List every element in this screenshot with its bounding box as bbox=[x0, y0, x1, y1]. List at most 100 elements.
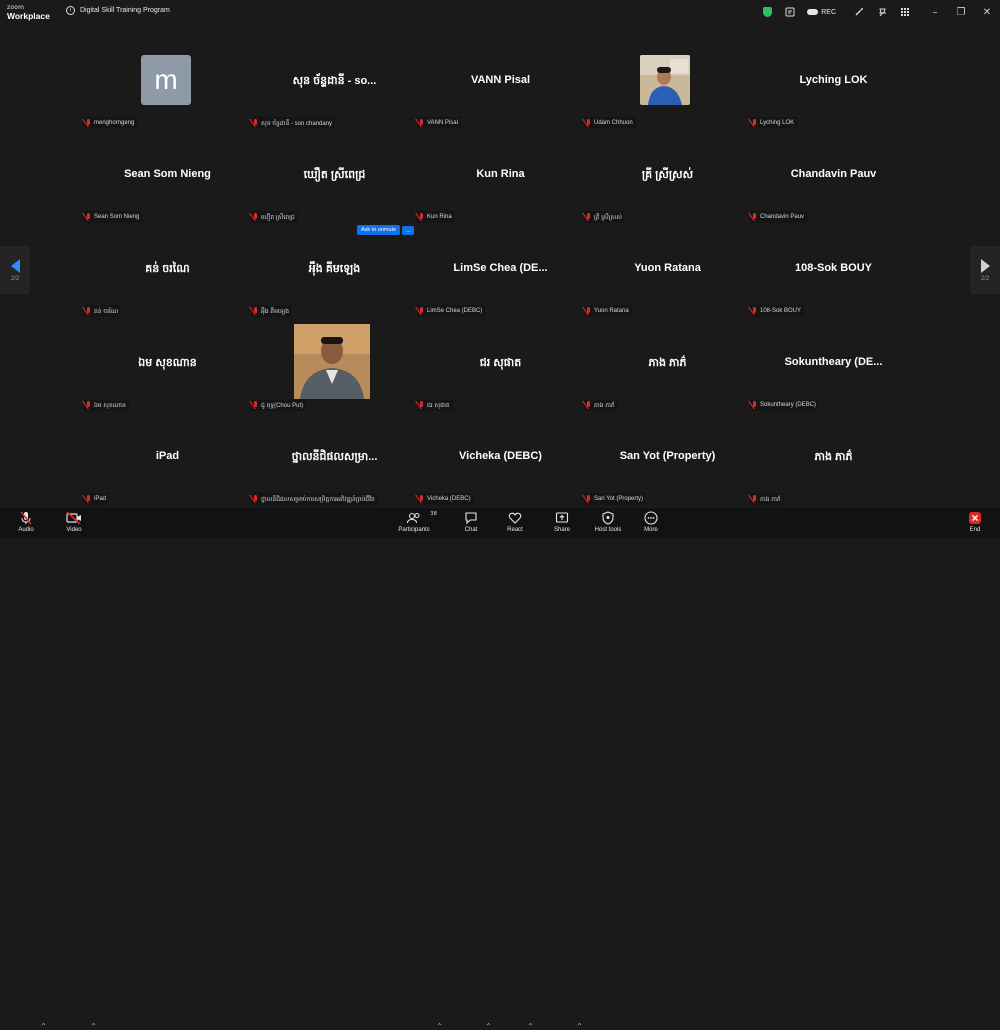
chat-icon bbox=[465, 512, 477, 525]
participant-name-label: ភាង ភាភ៌ bbox=[760, 496, 781, 503]
arrow-left-icon bbox=[10, 258, 20, 273]
more-button[interactable]: More bbox=[631, 511, 671, 533]
participant-tile[interactable]: 108-Sok BOUY 108-Sok BOUY bbox=[750, 242, 917, 336]
video-button[interactable]: Video bbox=[54, 511, 94, 533]
participant-name-label: Vicheka (DEBC) bbox=[427, 496, 471, 502]
participants-button[interactable]: 38 Participants bbox=[394, 511, 437, 533]
participant-tile[interactable]: គ្រី ស្រីស្រស់ គ្រី ស្រីស្រស់ bbox=[584, 148, 751, 242]
participant-tile[interactable]: ភាង ភាភ៌ ភាង ភាភ៌ bbox=[584, 336, 751, 430]
participant-name-label: Chandavin Pauv bbox=[760, 214, 805, 220]
muted-mic-icon bbox=[586, 119, 591, 127]
participant-name-label: ថ្នាលនីជិផលសម្រាប់ការសម្រិត្តការអភិវឌ្ឍន… bbox=[261, 496, 375, 503]
participants-icon bbox=[406, 512, 420, 524]
previous-page-button[interactable]: 2/2 bbox=[0, 246, 30, 294]
participant-label: VANN Pisal bbox=[417, 117, 461, 129]
page-indicator-right: 2/2 bbox=[980, 275, 990, 282]
participant-tile[interactable]: អុឹង គីមឡេង អុឹង គីមឡេង bbox=[251, 242, 418, 336]
participant-name-label: Udam Chhuon bbox=[594, 120, 633, 126]
next-page-button[interactable]: 2/2 bbox=[970, 246, 1000, 294]
participant-name-label: Sean Som Nieng bbox=[94, 214, 140, 220]
participant-label: LimSe Chea (DEBC) bbox=[417, 305, 486, 317]
participant-name-label: គន់ ចរណៃ bbox=[94, 308, 119, 315]
participants-label: Participants bbox=[398, 527, 430, 533]
muted-mic-icon bbox=[419, 401, 424, 409]
muted-mic-icon bbox=[586, 213, 591, 221]
video-options-chevron-icon[interactable]: ^ bbox=[91, 1023, 96, 1030]
react-options-chevron-icon[interactable]: ^ bbox=[528, 1023, 533, 1030]
participant-label: San Yot (Property) bbox=[584, 493, 647, 505]
participant-display-name: គ្រី ស្រីស្រស់ bbox=[641, 169, 694, 181]
participants-options-chevron-icon[interactable]: ^ bbox=[437, 1023, 442, 1030]
host-tools-button[interactable]: Host tools bbox=[588, 511, 628, 533]
chat-options-chevron-icon[interactable]: ^ bbox=[486, 1023, 491, 1030]
share-options-chevron-icon[interactable]: ^ bbox=[577, 1023, 582, 1030]
muted-mic-icon bbox=[419, 119, 424, 127]
participant-tile[interactable]: សុន ច័ន្ទដានី - so... សុន ច័ន្ទដានី - so… bbox=[251, 54, 418, 148]
participant-tile[interactable]: Chandavin Pauv Chandavin Pauv bbox=[750, 148, 917, 242]
participant-tile[interactable]: Kun Rina Kun Rina bbox=[417, 148, 584, 242]
participant-display-name: ឯម សុខណាន bbox=[138, 357, 197, 369]
participant-label: ថ្នាលនីជិផលសម្រាប់ការសម្រិត្តការអភិវឌ្ឍន… bbox=[251, 493, 378, 505]
participant-tile[interactable]: Lyching LOK Lyching LOK bbox=[750, 54, 917, 148]
participant-tile[interactable]: Yuon Ratana Yuon Ratana bbox=[584, 242, 751, 336]
participant-tile[interactable]: m menghorngeng bbox=[84, 54, 251, 148]
participant-tile[interactable]: ឯម សុខណាន ឯម សុខណាន bbox=[84, 336, 251, 430]
participant-tile[interactable]: Udam Chhuon bbox=[584, 54, 751, 148]
participant-label: គ្រី ស្រីស្រស់ bbox=[584, 211, 625, 223]
participant-display-name: Chandavin Pauv bbox=[790, 168, 877, 180]
participant-label: សុន ច័ន្ទដានី - son chandany bbox=[251, 117, 336, 129]
audio-label: Audio bbox=[18, 527, 34, 533]
participant-name-label: ឯម សុខណាន bbox=[94, 402, 126, 409]
participant-name-label: 108-Sok BOUY bbox=[760, 308, 802, 314]
participant-tile[interactable]: VANN Pisal VANN Pisal bbox=[417, 54, 584, 148]
participant-label: ភាង ភាភ៌ bbox=[584, 399, 618, 411]
muted-mic-icon bbox=[752, 307, 757, 315]
audio-button[interactable]: Audio bbox=[6, 511, 46, 533]
muted-mic-icon bbox=[752, 213, 757, 221]
participant-display-name: San Yot (Property) bbox=[619, 450, 716, 462]
muted-mic-icon bbox=[86, 307, 91, 315]
share-button[interactable]: Share bbox=[542, 511, 582, 533]
participant-name-label: VANN Pisal bbox=[427, 120, 458, 126]
participant-label: ជរ សុផាត bbox=[417, 399, 453, 411]
muted-mic-icon bbox=[86, 119, 91, 127]
chat-label: Chat bbox=[464, 527, 478, 533]
participant-label: Chandavin Pauv bbox=[750, 211, 808, 223]
muted-mic-icon bbox=[253, 401, 258, 409]
participant-label: Vicheka (DEBC) bbox=[417, 493, 474, 505]
participant-name-label: អុឹង គីមឡេង bbox=[261, 308, 290, 315]
end-call-icon bbox=[969, 512, 981, 524]
react-button[interactable]: React bbox=[495, 511, 535, 533]
more-options-button[interactable]: ... bbox=[402, 225, 414, 235]
participant-name-label: San Yot (Property) bbox=[594, 496, 644, 502]
participant-label: Yuon Ratana bbox=[584, 305, 632, 317]
participant-display-name: LimSe Chea (DE... bbox=[453, 262, 548, 274]
participant-display-name: 108-Sok BOUY bbox=[794, 262, 873, 274]
more-dots-icon bbox=[644, 511, 658, 525]
chat-button[interactable]: Chat bbox=[451, 511, 491, 533]
participant-tile[interactable]: Sokuntheary (DE... Sokuntheary (DEBC) bbox=[750, 336, 917, 430]
audio-options-chevron-icon[interactable]: ^ bbox=[41, 1023, 46, 1030]
participant-tile[interactable]: Sean Som Nieng Sean Som Nieng bbox=[84, 148, 251, 242]
participant-tile[interactable]: LimSe Chea (DE... LimSe Chea (DEBC) bbox=[417, 242, 584, 336]
host-shield-icon bbox=[602, 511, 614, 525]
muted-mic-icon bbox=[419, 213, 424, 221]
participant-label: 108-Sok BOUY bbox=[750, 305, 805, 317]
end-meeting-button[interactable]: End bbox=[955, 511, 995, 533]
ask-to-unmute-popup: Ask to unmute ... bbox=[357, 225, 414, 235]
participant-label: Sean Som Nieng bbox=[84, 211, 143, 223]
muted-mic-icon bbox=[586, 401, 591, 409]
mic-muted-icon bbox=[20, 511, 32, 525]
video-off-icon bbox=[66, 511, 81, 525]
muted-mic-icon bbox=[253, 213, 258, 221]
participant-tile[interactable]: គន់ ចរណៃ គន់ ចរណៃ bbox=[84, 242, 251, 336]
ask-to-unmute-button[interactable]: Ask to unmute bbox=[357, 225, 401, 235]
participant-tile[interactable]: ជរ សុផាត ជរ សុផាត bbox=[417, 336, 584, 430]
participant-name-label: Sokuntheary (DEBC) bbox=[760, 402, 817, 408]
participant-display-name: ថ្នាលនីជិផលសម្រា... bbox=[291, 451, 378, 463]
participant-tile[interactable]: ជូ ពុទ្ធ(Chou Put) bbox=[251, 324, 418, 430]
participant-display-name: Sokuntheary (DE... bbox=[784, 356, 883, 368]
participant-label: អុឹង គីមឡេង bbox=[251, 305, 293, 317]
muted-mic-icon bbox=[253, 307, 258, 315]
share-screen-icon bbox=[555, 512, 569, 523]
